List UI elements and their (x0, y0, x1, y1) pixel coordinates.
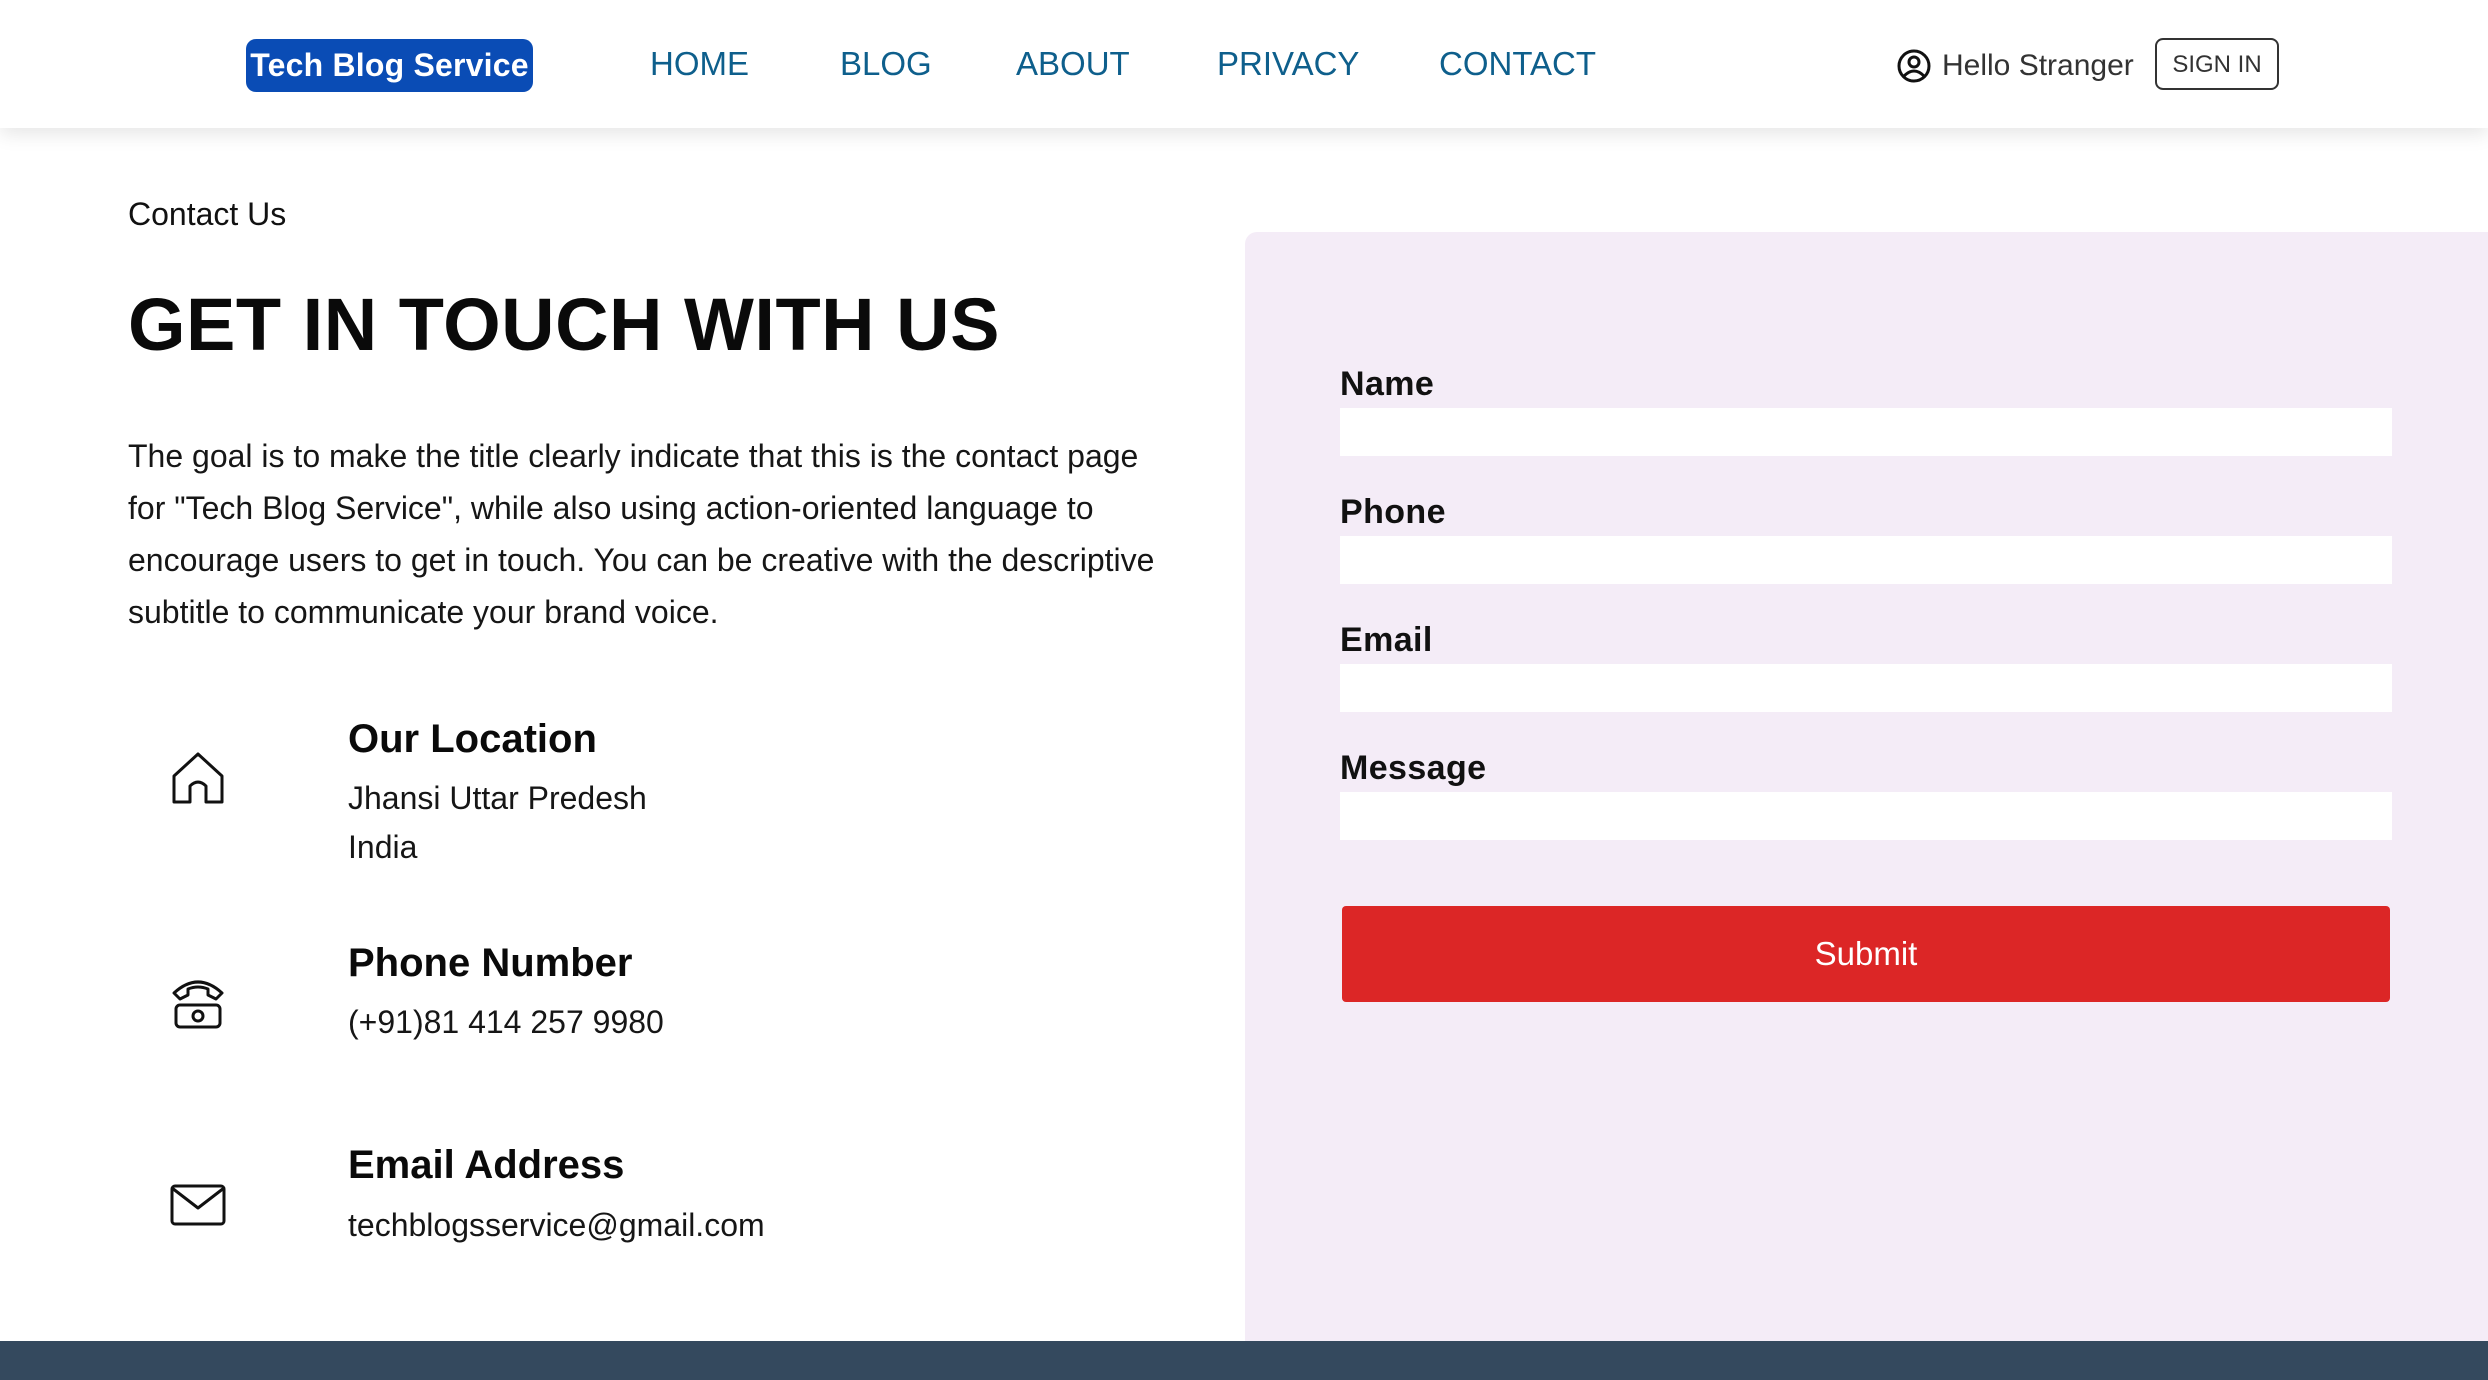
user-circle-icon (1896, 48, 1932, 84)
name-label: Name (1340, 365, 1435, 403)
nav-home[interactable]: HOME (650, 40, 749, 88)
phone-value: (+91)81 414 257 9980 (348, 1004, 664, 1040)
page-title: GET IN TOUCH WITH US (128, 283, 1000, 366)
email-title: Email Address (348, 1143, 625, 1187)
location-line-2: India (348, 829, 418, 865)
phone-title: Phone Number (348, 941, 633, 985)
location-line-1: Jhansi Uttar Predesh (348, 780, 647, 816)
name-input[interactable] (1340, 408, 2392, 456)
nav-contact[interactable]: CONTACT (1439, 40, 1596, 88)
breadcrumb: Contact Us (128, 196, 287, 232)
nav-privacy[interactable]: PRIVACY (1217, 40, 1359, 88)
location-title: Our Location (348, 717, 597, 761)
sign-in-button[interactable]: SIGN IN (2155, 38, 2279, 90)
brand-logo[interactable]: Tech Blog Service (246, 39, 533, 92)
greeting-text: Hello Stranger (1942, 49, 2134, 82)
telephone-icon (168, 973, 228, 1033)
email-input[interactable] (1340, 664, 2392, 712)
home-icon (168, 748, 228, 808)
footer-bar (0, 1341, 2488, 1380)
submit-button[interactable]: Submit (1342, 906, 2390, 1002)
message-input[interactable] (1340, 792, 2392, 840)
nav-blog[interactable]: BLOG (840, 40, 932, 88)
top-navbar: Tech Blog Service HOME BLOG ABOUT PRIVAC… (0, 0, 2488, 128)
nav-about[interactable]: ABOUT (1016, 40, 1130, 88)
phone-label: Phone (1340, 493, 1446, 531)
email-label: Email (1340, 621, 1433, 659)
envelope-icon (168, 1176, 228, 1236)
user-greeting: Hello Stranger (1896, 42, 2134, 90)
message-label: Message (1340, 749, 1487, 787)
email-value: techblogsservice@gmail.com (348, 1207, 765, 1243)
page-description: The goal is to make the title clearly in… (128, 438, 1155, 630)
phone-input[interactable] (1340, 536, 2392, 584)
